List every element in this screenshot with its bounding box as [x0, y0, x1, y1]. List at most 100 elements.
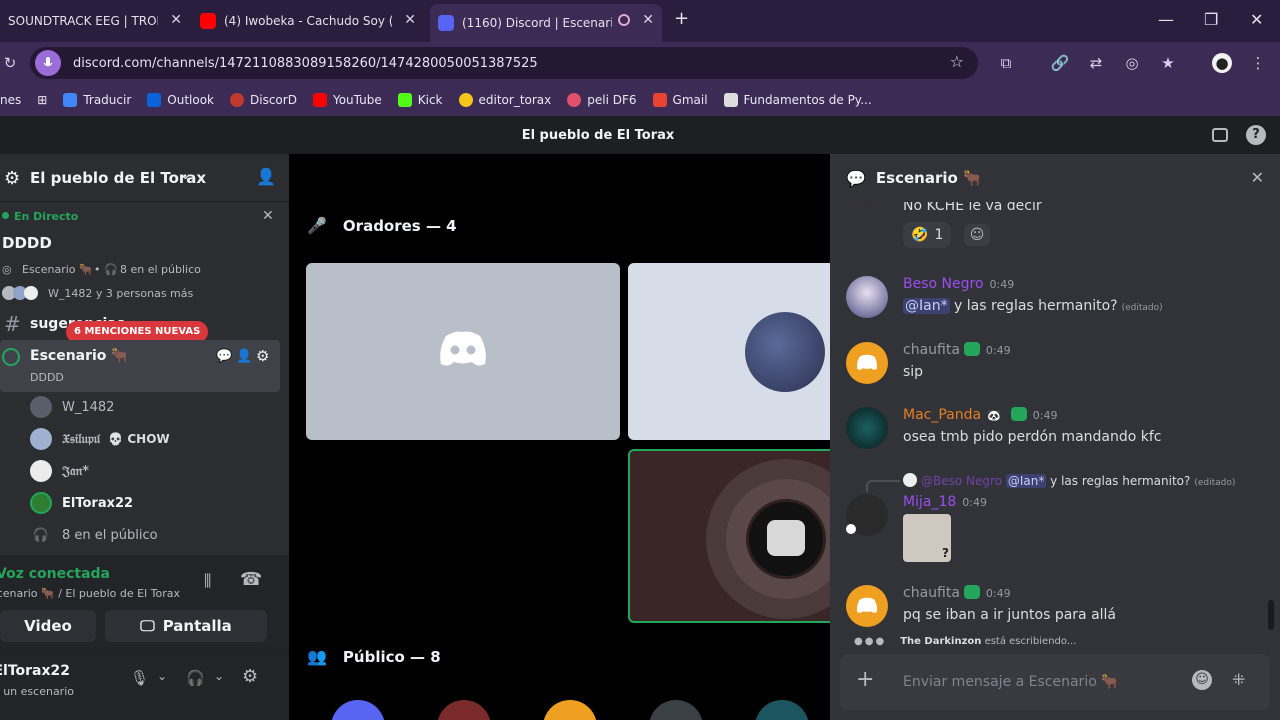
avatar-art	[767, 520, 805, 556]
member-name: W_1482	[62, 399, 115, 415]
reload-icon[interactable]: ↻	[0, 53, 20, 73]
apps-grid-icon[interactable]: ⊞	[37, 93, 47, 107]
bookmark-item[interactable]: Outlook	[147, 93, 214, 107]
site-info-icon[interactable]	[35, 50, 61, 76]
audience-avatar[interactable]	[543, 700, 597, 720]
audience-avatar[interactable]	[755, 700, 809, 720]
message-image[interactable]: ?	[903, 514, 951, 562]
disconnect-icon[interactable]: ☎	[240, 569, 262, 590]
speaker-tile[interactable]	[628, 263, 830, 440]
member-row[interactable]: 𝔛𝔰𝔦𝔩𝔲𝔭𝔲́ 💀 CHOW	[30, 425, 170, 453]
help-icon[interactable]: ?	[1246, 125, 1266, 145]
chat-scrollbar[interactable]	[1268, 600, 1274, 630]
audience-row[interactable]: 🎧 8 en el público	[30, 521, 158, 549]
bookmark-item[interactable]: peli DF6	[567, 93, 637, 107]
close-icon[interactable]: ✕	[262, 208, 274, 224]
translate-icon[interactable]: ⇄	[1086, 53, 1106, 73]
gear-icon[interactable]: ⚙	[242, 666, 258, 687]
video-button[interactable]: Video	[0, 610, 96, 642]
discord-icon	[230, 93, 244, 107]
message-author[interactable]: Mac_Panda	[903, 407, 981, 423]
gear-icon[interactable]: ⚙	[256, 347, 269, 365]
extensions-icon[interactable]: ⧉	[996, 53, 1016, 73]
bookmark-item[interactable]: YouTube	[312, 93, 382, 107]
bookmark-item[interactable]: nes	[0, 93, 21, 107]
live-stage-card[interactable]: En Directo ✕ DDDD ◎ Escenario 🐂 • 🎧 8 en…	[0, 204, 289, 312]
avatar[interactable]	[846, 407, 888, 449]
chat-icon[interactable]: 💬	[216, 349, 232, 364]
close-icon[interactable]: ✕	[642, 12, 654, 28]
profile-avatar[interactable]: ●	[1212, 53, 1232, 73]
reply-author: @Beso Negro	[921, 474, 1003, 488]
bookmark-label: YouTube	[332, 93, 382, 107]
restore-icon[interactable]: ❐	[1204, 10, 1218, 29]
screen-label: Pantalla	[162, 617, 232, 635]
emoji-icon[interactable]: ☺	[1192, 670, 1212, 690]
user-mention: @Ian*	[1005, 474, 1047, 488]
close-icon[interactable]: ✕	[404, 12, 416, 28]
video-label: Video	[24, 617, 72, 635]
server-header[interactable]: ⚙ El pueblo de El Torax ⌄ 👤	[0, 154, 289, 202]
member-name: 𝔛𝔰𝔦𝔩𝔲𝔭𝔲́	[62, 431, 101, 447]
browser-tab[interactable]: SOUNDTRACK EEG | TROMP ✕	[0, 6, 190, 36]
reaction-chip[interactable]: 🤣 1	[903, 222, 952, 248]
message-author[interactable]: Mija_18	[903, 494, 956, 510]
new-tab-button[interactable]: +	[674, 8, 689, 29]
noise-suppression-icon[interactable]: ⫼	[204, 571, 211, 591]
chat-title: Escenario 🐂	[875, 169, 982, 187]
add-reaction-icon[interactable]: ☺	[964, 224, 990, 246]
message-author[interactable]: Beso Negro	[903, 276, 984, 292]
star-icon[interactable]: ☆	[950, 52, 964, 71]
menu-kebab-icon[interactable]: ⋮	[1248, 53, 1268, 73]
url-field[interactable]: discord.com/channels/1472110883089158260…	[30, 47, 978, 79]
audience-avatar[interactable]	[331, 700, 385, 720]
chevron-down-icon[interactable]: ⌄	[157, 669, 167, 683]
link-icon[interactable]: 🔗	[1050, 53, 1070, 73]
bookmark-item[interactable]: DiscorD	[230, 93, 297, 107]
user-mention[interactable]: @Ian*	[903, 298, 950, 314]
message-author[interactable]: chaufita	[903, 585, 960, 601]
reply-preview[interactable]: @Beso Negro @Ian* y las reglas hermanito…	[903, 473, 1235, 488]
browser-tab[interactable]: (4) Iwobeka - Cachudo Soy (Au ✕	[192, 6, 424, 36]
member-row[interactable]: ElTorax22	[30, 489, 133, 517]
speaker-tile[interactable]	[306, 263, 620, 440]
minimize-icon[interactable]: —	[1158, 10, 1174, 29]
avatar[interactable]	[846, 342, 888, 384]
username[interactable]: ElTorax22	[0, 663, 70, 679]
browser-tab-active[interactable]: (1160) Discord | Escenario 🐂 ✕	[430, 4, 662, 42]
bookmark-item[interactable]: Traducir	[63, 93, 131, 107]
apps-icon[interactable]: ⁜	[1232, 670, 1245, 689]
headphones-icon[interactable]: 🎧	[186, 669, 205, 687]
bookmark-item[interactable]: editor_torax	[458, 93, 551, 107]
message-author[interactable]: chaufita	[903, 342, 960, 358]
bookmark-label: Outlook	[167, 93, 214, 107]
kick-icon	[397, 93, 412, 107]
attach-plus-icon[interactable]: +	[856, 668, 874, 692]
bookmark-item[interactable]: Kick	[397, 93, 443, 107]
add-member-icon[interactable]: 👤	[256, 167, 276, 186]
audience-avatar[interactable]	[649, 700, 703, 720]
bookmark-star-icon[interactable]: ★	[1158, 53, 1178, 73]
inbox-icon[interactable]	[1212, 128, 1228, 142]
avatar[interactable]	[846, 585, 888, 627]
microphone-icon[interactable]: 🎙	[130, 669, 149, 687]
screen-share-button[interactable]: 🖵 Pantalla	[105, 610, 267, 642]
lens-icon[interactable]: ◎	[1122, 53, 1142, 73]
message-input[interactable]: Enviar mensaje a Escenario 🐂	[903, 674, 1119, 690]
bookmark-item[interactable]: Fundamentos de Py...	[723, 93, 872, 107]
add-member-icon[interactable]: 👤	[236, 349, 252, 364]
channel-topic: DDDD	[30, 371, 64, 384]
audience-avatar[interactable]	[437, 700, 491, 720]
close-icon[interactable]: ✕	[1251, 168, 1264, 187]
bookmark-item[interactable]: Gmail	[652, 93, 708, 107]
channel-escenario[interactable]: Escenario 🐂 DDDD 💬 👤 ⚙	[0, 340, 280, 392]
voice-location[interactable]: Escenario 🐂 / El pueblo de El Torax	[0, 587, 180, 600]
member-row[interactable]: W_1482	[30, 393, 114, 421]
close-window-icon[interactable]: ✕	[1250, 10, 1263, 29]
chevron-down-icon[interactable]: ⌄	[214, 669, 224, 683]
close-icon[interactable]: ✕	[170, 12, 182, 28]
member-tag: 💀 CHOW	[108, 432, 170, 446]
speaker-tile-speaking[interactable]	[628, 449, 830, 623]
avatar[interactable]	[846, 276, 888, 318]
member-row[interactable]: 𝔍𝔞𝔫*	[30, 457, 89, 485]
